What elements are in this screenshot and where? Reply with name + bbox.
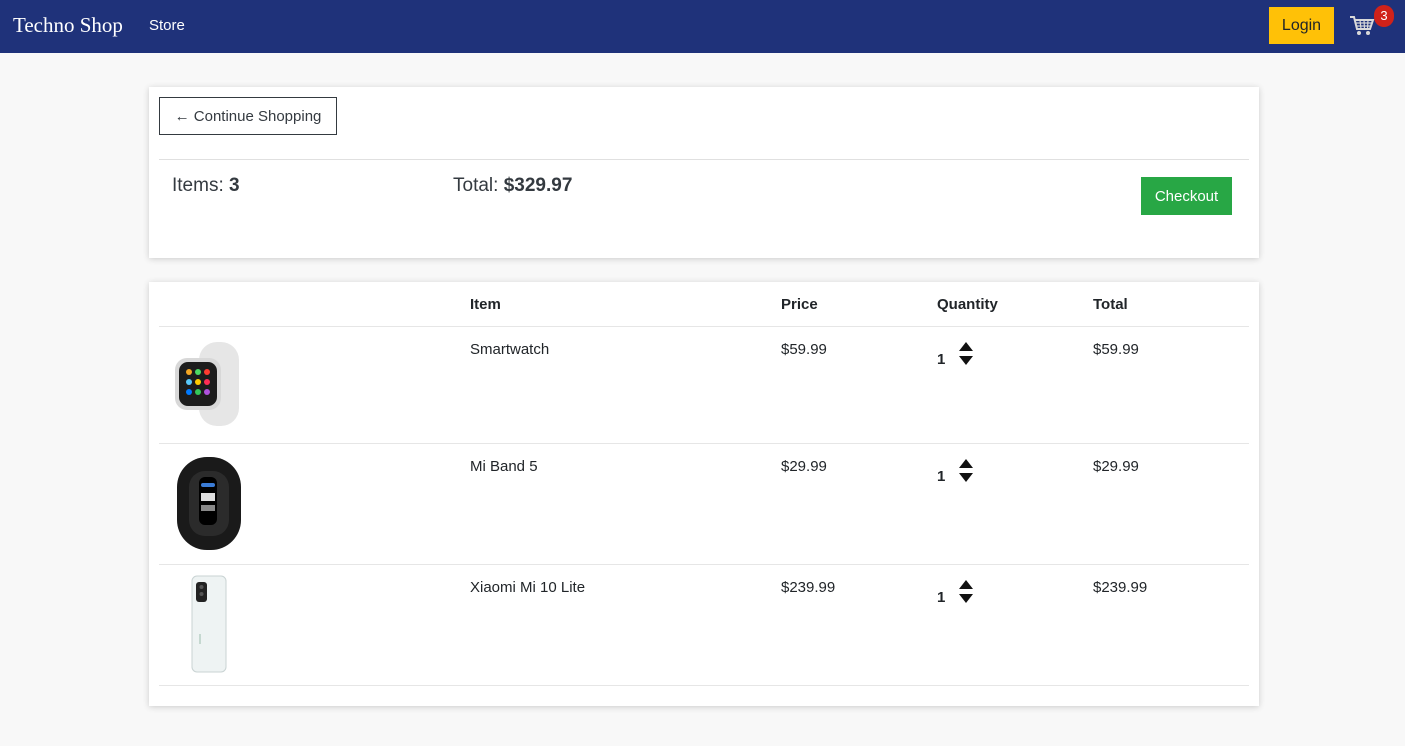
decrease-quantity-icon[interactable] <box>959 473 973 482</box>
nav-store-link[interactable]: Store <box>149 17 185 34</box>
item-name: Mi Band 5 <box>470 458 538 475</box>
cart-items-table: Item Price Quantity Total Smartwatch $59… <box>149 282 1259 706</box>
item-total: $29.99 <box>1093 458 1139 475</box>
brand-logo[interactable]: Techno Shop <box>13 13 123 38</box>
item-price: $59.99 <box>781 341 827 358</box>
increase-quantity-icon[interactable] <box>959 342 973 351</box>
divider <box>159 159 1249 160</box>
increase-quantity-icon[interactable] <box>959 459 973 468</box>
quantity-stepper <box>959 342 973 368</box>
increase-quantity-icon[interactable] <box>959 580 973 589</box>
navbar: Techno Shop Store Login 3 <box>0 0 1405 53</box>
header-price: Price <box>781 296 818 313</box>
cart-icon[interactable] <box>1349 12 1375 38</box>
row-divider <box>159 443 1249 444</box>
items-value: 3 <box>229 175 240 196</box>
cart-count-badge: 3 <box>1374 5 1394 27</box>
item-total: $59.99 <box>1093 341 1139 358</box>
quantity-stepper <box>959 459 973 485</box>
row-divider <box>159 326 1249 327</box>
item-name: Xiaomi Mi 10 Lite <box>470 579 586 596</box>
row-divider <box>159 685 1249 686</box>
total-label: Total: <box>453 175 499 196</box>
total-value: $329.97 <box>503 175 573 196</box>
checkout-button[interactable]: Checkout <box>1141 177 1232 215</box>
item-quantity: 1 <box>937 351 946 368</box>
item-total: $239.99 <box>1093 579 1148 596</box>
item-price: $239.99 <box>781 579 836 596</box>
header-item: Item <box>470 296 501 313</box>
item-name: Smartwatch <box>470 341 550 358</box>
mi-band-image <box>169 455 249 552</box>
phone-image <box>169 574 249 674</box>
continue-shopping-button[interactable]: ← Continue Shopping <box>159 97 337 135</box>
decrease-quantity-icon[interactable] <box>959 594 973 603</box>
item-price: $29.99 <box>781 458 827 475</box>
total-sum: Total: $329.97 <box>453 175 572 197</box>
row-divider <box>159 564 1249 565</box>
header-quantity: Quantity <box>937 296 998 313</box>
smartwatch-image <box>169 340 249 428</box>
items-count: Items: 3 <box>172 175 240 197</box>
decrease-quantity-icon[interactable] <box>959 356 973 365</box>
quantity-stepper <box>959 580 973 606</box>
cart-summary-card: ← Continue Shopping Items: 3 Total: $329… <box>149 87 1259 258</box>
header-total: Total <box>1093 296 1128 313</box>
login-button[interactable]: Login <box>1269 7 1334 44</box>
item-quantity: 1 <box>937 468 946 485</box>
item-quantity: 1 <box>937 589 946 606</box>
items-label: Items: <box>172 175 224 196</box>
